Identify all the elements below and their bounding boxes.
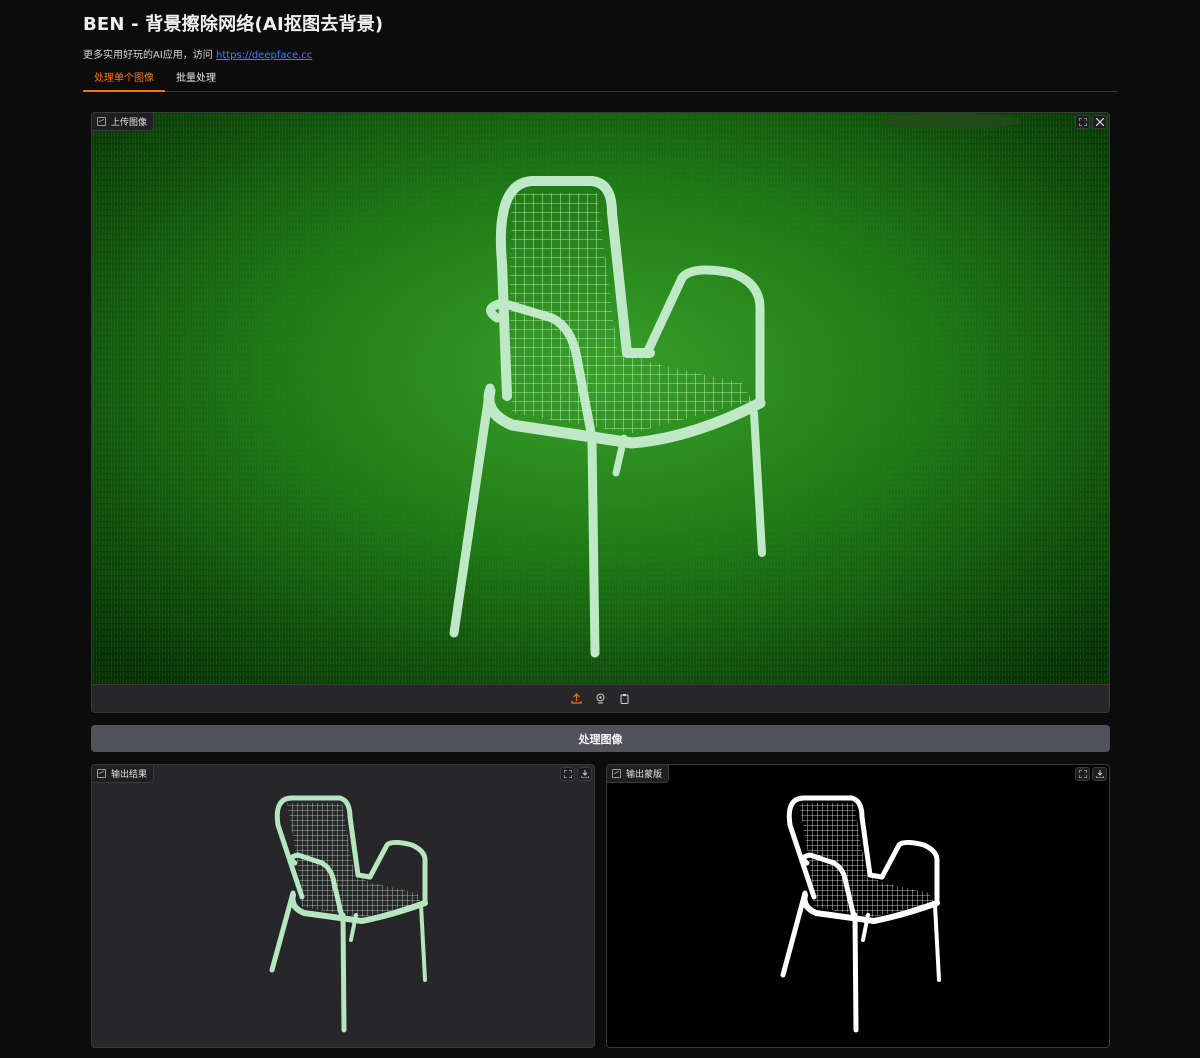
deepface-link[interactable]: https://deepface.cc xyxy=(216,50,312,61)
download-icon[interactable] xyxy=(577,767,592,781)
upload-panel-label: 上传图像 xyxy=(92,113,155,131)
upload-image-panel[interactable]: 上传图像 xyxy=(91,112,1110,713)
upload-panel-label-text: 上传图像 xyxy=(111,118,148,128)
image-icon xyxy=(97,769,106,778)
tab-single-image[interactable]: 处理单个图像 xyxy=(83,72,165,92)
image-icon xyxy=(97,117,106,126)
tab-batch[interactable]: 批量处理 xyxy=(165,72,227,92)
image-icon xyxy=(612,769,621,778)
close-icon[interactable] xyxy=(1092,115,1107,129)
mask-panel-label: 输出蒙版 xyxy=(607,765,670,783)
mask-image xyxy=(780,795,941,1033)
uploaded-image xyxy=(92,113,1109,685)
output-result-panel: 输出结果 xyxy=(91,764,595,1048)
app-title: BEN - 背景擦除网络(AI抠图去背景) xyxy=(83,14,384,35)
upload-icon[interactable] xyxy=(569,691,585,707)
subtitle: 更多实用好玩的AI应用，访问 https://deepface.cc xyxy=(83,46,312,61)
result-image xyxy=(269,795,428,1033)
process-image-button[interactable]: 处理图像 xyxy=(91,725,1110,752)
clipboard-icon[interactable] xyxy=(617,691,633,707)
output-mask-panel: 输出蒙版 xyxy=(606,764,1110,1048)
mask-panel-label-text: 输出蒙版 xyxy=(626,770,663,780)
download-icon[interactable] xyxy=(1092,767,1107,781)
fullscreen-icon[interactable] xyxy=(560,767,575,781)
fullscreen-icon[interactable] xyxy=(1075,115,1090,129)
fullscreen-icon[interactable] xyxy=(1075,767,1090,781)
result-panel-label-text: 输出结果 xyxy=(111,770,148,780)
tab-bar: 处理单个图像 批量处理 xyxy=(83,68,1118,92)
webcam-icon[interactable] xyxy=(593,691,609,707)
result-panel-label: 输出结果 xyxy=(92,765,155,783)
upload-toolbar xyxy=(92,684,1109,712)
subtitle-text: 更多实用好玩的AI应用，访问 xyxy=(83,50,213,61)
